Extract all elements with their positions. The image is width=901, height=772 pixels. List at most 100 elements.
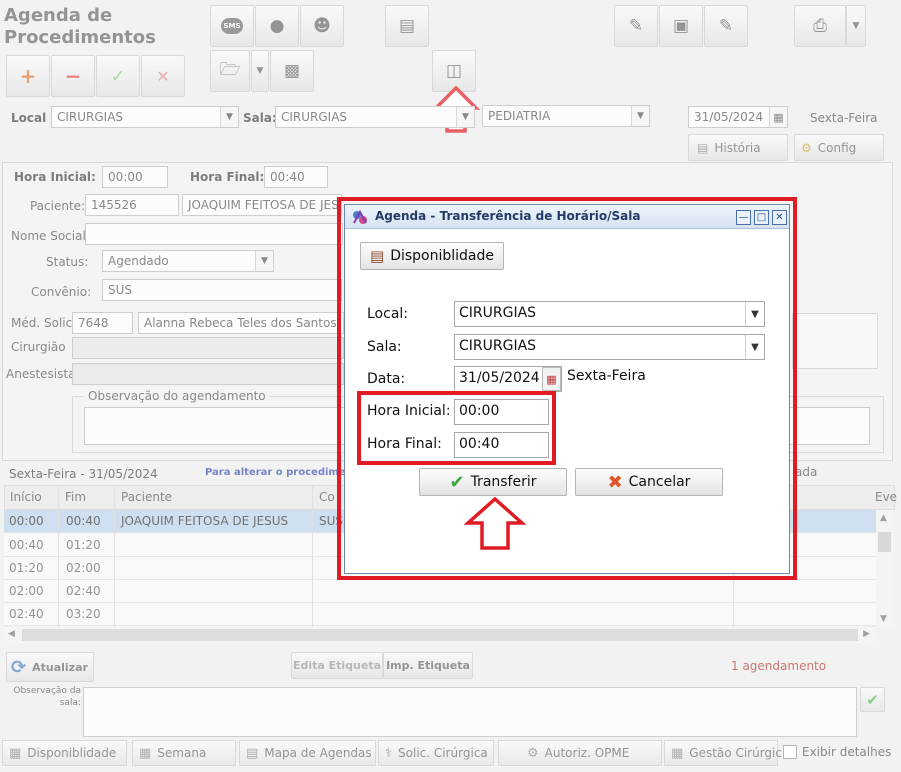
page-title-line1: Agenda de bbox=[4, 5, 113, 26]
highlight-arrow-up bbox=[464, 497, 526, 550]
cancelar-button[interactable]: ✖ Cancelar bbox=[575, 468, 723, 496]
sala-label: Sala: bbox=[243, 111, 277, 125]
weekday-label: Sexta-Feira bbox=[810, 111, 878, 125]
check-icon: ✔ bbox=[449, 471, 465, 493]
date-field[interactable]: 31/05/2024 ▦ bbox=[688, 106, 788, 128]
grid-hint: Para alterar o procedime bbox=[205, 467, 346, 478]
column-fim[interactable]: Fim bbox=[65, 490, 86, 504]
local-select[interactable]: CIRURGIAS ▼ bbox=[51, 106, 239, 128]
cirurgiao-input[interactable] bbox=[72, 337, 344, 359]
group-button[interactable]: ☻ bbox=[300, 5, 344, 47]
transferir-button[interactable]: ✔ Transferir bbox=[419, 468, 567, 496]
mapa-agendas-button[interactable]: ▤ Mapa de Agendas bbox=[239, 740, 376, 766]
config-button[interactable]: ⚙ Config bbox=[794, 134, 884, 161]
save-obs-sala-button[interactable]: ✔ bbox=[860, 687, 885, 712]
scroll-up-icon[interactable]: ▲ bbox=[880, 513, 887, 523]
documents-button[interactable]: ▣ bbox=[659, 5, 703, 47]
imp-etiqueta-button[interactable]: Imp. Etiqueta bbox=[383, 652, 473, 679]
side-box bbox=[792, 313, 878, 369]
dialog-local-select[interactable]: CIRURGIAS ▼ bbox=[454, 301, 765, 327]
sala-select[interactable]: CIRURGIAS ▼ bbox=[275, 106, 475, 128]
calendar-icon[interactable]: ▦ bbox=[769, 107, 787, 127]
atualizar-label: Atualizar bbox=[32, 660, 88, 674]
paciente-id-input[interactable]: 145526 bbox=[85, 194, 179, 216]
maximize-button[interactable]: □ bbox=[754, 210, 769, 225]
convenio-input[interactable]: SUS bbox=[102, 279, 342, 301]
solic-cirurgica-button[interactable]: ⚕ Solic. Cirúrgica bbox=[378, 740, 494, 766]
status-select[interactable]: Agendado ▼ bbox=[102, 250, 274, 272]
obs-sala-textarea[interactable] bbox=[83, 687, 857, 737]
med-solic-id-input[interactable]: 7648 bbox=[72, 312, 133, 334]
cell-inicio: 00:00 bbox=[9, 514, 44, 528]
disponibilidade-label: Disponiblidade bbox=[27, 746, 117, 760]
remove-button[interactable]: − bbox=[51, 55, 95, 97]
semana-label: Semana bbox=[157, 746, 207, 760]
cancel-button[interactable]: ✕ bbox=[141, 55, 185, 97]
confirm-button[interactable]: ✓ bbox=[96, 55, 140, 97]
close-button[interactable]: ✕ bbox=[772, 210, 787, 225]
scroll-right-icon[interactable]: ▶ bbox=[863, 629, 870, 639]
column-paciente[interactable]: Paciente bbox=[121, 490, 172, 504]
disponibilidade-button[interactable]: ▦ Disponiblidade bbox=[2, 740, 127, 766]
dialog-data-value: 31/05/2024 bbox=[459, 370, 540, 386]
management-icon: ▦ bbox=[671, 745, 684, 761]
add-button[interactable]: + bbox=[6, 55, 50, 97]
scroll-left-icon[interactable]: ◀ bbox=[8, 629, 15, 639]
agendamento-count: 1 agendamento bbox=[731, 659, 827, 673]
hora-final-label: Hora Final: bbox=[190, 170, 265, 184]
especialidade-select[interactable]: PEDIATRIA ▼ bbox=[482, 105, 650, 127]
disponibilidade-dialog-label: Disponiblidade bbox=[390, 248, 494, 264]
checklist-button[interactable]: ▩ bbox=[270, 50, 314, 92]
folder-button[interactable]: 🗁 bbox=[210, 50, 250, 92]
print-dropdown[interactable]: ▼ bbox=[846, 5, 866, 47]
edita-etiqueta-button[interactable]: Edita Etiqueta bbox=[291, 652, 383, 679]
scroll-thumb[interactable] bbox=[22, 629, 858, 641]
contact-button[interactable]: ● bbox=[255, 5, 299, 47]
paciente-name-input[interactable]: JOAQUIM FEITOSA DE JESUS bbox=[182, 194, 342, 216]
dialog-sala-select[interactable]: CIRURGIAS ▼ bbox=[454, 334, 765, 360]
hora-inicial-input[interactable]: 00:00 bbox=[102, 166, 168, 188]
dialog-title-bar[interactable]: Agenda - Transferência de Horário/Sala —… bbox=[345, 205, 789, 229]
vertical-scrollbar[interactable]: ▲ ▼ bbox=[876, 510, 893, 627]
mapa-label: Mapa de Agendas bbox=[264, 746, 372, 760]
autoriz-opme-button[interactable]: ⚙ Autoriz. OPME bbox=[498, 740, 662, 766]
clipboard-button[interactable]: ▤ bbox=[385, 5, 429, 47]
exibir-detalhes-checkbox[interactable] bbox=[783, 745, 797, 759]
calendar-picker-icon[interactable]: ▦ bbox=[542, 367, 561, 391]
atualizar-button[interactable]: ⟳ Atualizar bbox=[6, 652, 94, 682]
column-convenio[interactable]: Co bbox=[319, 490, 335, 504]
column-divider bbox=[312, 485, 313, 627]
historia-button[interactable]: ▤ História bbox=[688, 134, 788, 161]
semana-button[interactable]: ▦ Semana bbox=[132, 740, 236, 766]
column-divider bbox=[114, 485, 115, 627]
gestao-label: Gestão Cirúrgic bbox=[689, 746, 782, 760]
print-button[interactable]: ⎙ bbox=[794, 5, 846, 47]
scroll-down-icon[interactable]: ▼ bbox=[880, 614, 887, 624]
med-solic-name-input[interactable]: Alanna Rebeca Teles dos Santos bbox=[138, 312, 344, 334]
hora-final-input[interactable]: 00:40 bbox=[264, 166, 328, 188]
column-inicio[interactable]: Início bbox=[10, 490, 42, 504]
config-label: Config bbox=[817, 140, 857, 155]
folder-dropdown[interactable]: ▼ bbox=[251, 50, 269, 92]
report-button[interactable]: ✎ bbox=[704, 5, 748, 47]
transferir-label: Transferir bbox=[470, 474, 537, 490]
chevron-down-icon: ▼ bbox=[220, 107, 238, 127]
observacao-label: Observação do agendamento bbox=[84, 389, 270, 403]
gestao-cirurgica-button[interactable]: ▦ Gestão Cirúrgic bbox=[664, 740, 782, 766]
disponibilidade-dialog-button[interactable]: ▤ Disponiblidade bbox=[360, 242, 504, 270]
sms-button[interactable]: SMS bbox=[210, 5, 254, 47]
scroll-thumb[interactable] bbox=[878, 532, 891, 552]
table-row[interactable]: 02:00 02:40 bbox=[4, 580, 876, 603]
table-row[interactable]: 02:40 03:20 bbox=[4, 603, 876, 626]
minimize-button[interactable]: — bbox=[736, 210, 751, 225]
nome-social-input[interactable] bbox=[85, 223, 343, 245]
anestesista-input[interactable] bbox=[72, 363, 344, 385]
report-edit-button[interactable]: ✎ bbox=[614, 5, 658, 47]
chevron-down-icon: ▼ bbox=[256, 66, 264, 76]
hours-highlight-box bbox=[357, 391, 556, 465]
horizontal-scrollbar[interactable]: ◀ ▶ bbox=[4, 627, 876, 643]
column-eventos[interactable]: Eve bbox=[875, 490, 897, 504]
dialog-data-label: Data: bbox=[367, 371, 406, 387]
historia-label: História bbox=[714, 140, 761, 155]
sms-icon: SMS bbox=[221, 18, 243, 34]
